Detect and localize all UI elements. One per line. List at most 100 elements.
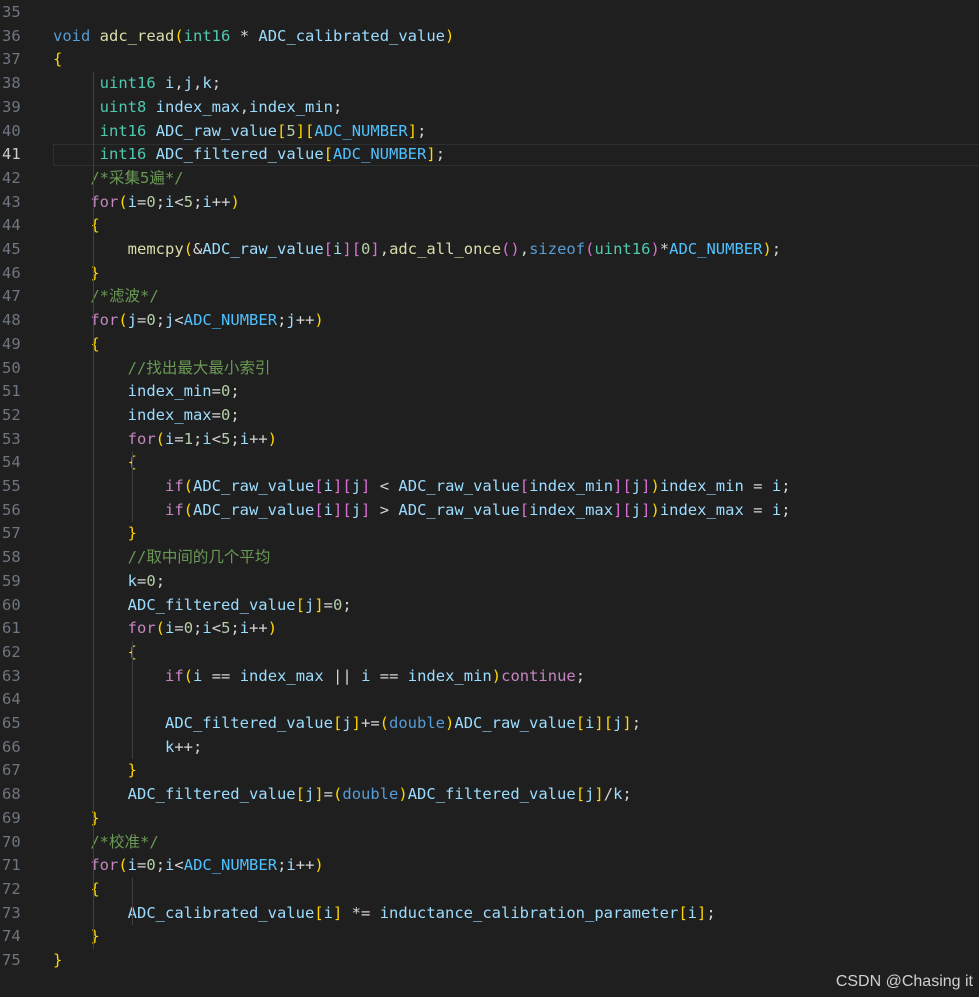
code-line[interactable]: 67 }: [0, 759, 979, 783]
code-line[interactable]: 59 k=0;: [0, 570, 979, 594]
code-line[interactable]: 68 ADC_filtered_value[j]=(double)ADC_fil…: [0, 783, 979, 807]
line-number: 69: [2, 808, 21, 827]
code-line[interactable]: 39 uint8 index_max,index_min;: [0, 96, 979, 120]
code-text: /*滤波*/: [90, 287, 159, 306]
line-number: 49: [2, 334, 21, 353]
code-line[interactable]: 53 for(i=1;i<5;i++): [0, 428, 979, 452]
code-text: ADC_filtered_value[j]=(double)ADC_filter…: [127, 785, 632, 804]
code-text: for(i=0;i<5;i++): [90, 192, 240, 211]
code-text: }: [127, 761, 137, 780]
line-number: 55: [2, 477, 21, 495]
code-line[interactable]: 50 //找出最大最小索引: [0, 357, 979, 381]
line-number: 71: [2, 856, 21, 875]
line-number: 56: [2, 500, 21, 519]
line-number: 44: [2, 216, 21, 235]
code-line[interactable]: 55 if(ADC_raw_value[i][j] < ADC_raw_valu…: [0, 475, 979, 499]
code-text: k++;: [164, 737, 203, 756]
code-line[interactable]: 43 for(i=0;i<5;i++): [0, 191, 979, 215]
code-line[interactable]: 42 /*采集5遍*/: [0, 167, 979, 191]
code-line[interactable]: 58 //取中间的几个平均: [0, 546, 979, 570]
line-number: 74: [2, 927, 21, 946]
code-line[interactable]: 73 ADC_calibrated_value[i] *= inductance…: [0, 902, 979, 926]
code-text: {: [53, 50, 63, 69]
line-number: 45: [2, 240, 21, 258]
code-text: }: [53, 951, 63, 969]
code-text: if(ADC_raw_value[i][j] > ADC_raw_value[i…: [164, 500, 791, 519]
code-line[interactable]: 60 ADC_filtered_value[j]=0;: [0, 594, 979, 618]
code-line[interactable]: 36 void adc_read(int16 * ADC_calibrated_v…: [0, 25, 979, 49]
code-text: void adc_read(int16 * ADC_calibrated_val…: [53, 26, 455, 45]
code-line[interactable]: 70 /*校准*/: [0, 831, 979, 855]
line-number: 48: [2, 311, 21, 330]
code-text: uint16 i,j,k;: [99, 74, 222, 93]
line-number: 51: [2, 382, 21, 401]
code-line[interactable]: 38 uint16 i,j,k;: [0, 72, 979, 96]
code-line[interactable]: 71 for(i=0;i<ADC_NUMBER;i++): [0, 854, 979, 878]
watermark: CSDN @Chasing it: [835, 973, 973, 990]
line-number: 63: [2, 666, 21, 685]
code-line[interactable]: 75}: [0, 949, 979, 973]
code-text: {: [53, 641, 137, 665]
code-text: /*采集5遍*/: [90, 168, 184, 187]
code-editor[interactable]: 35 36 void adc_read(int16 * ADC_calibrated…: [0, 0, 979, 997]
line-number: 36: [2, 26, 21, 45]
code-line[interactable]: 69 }: [0, 807, 979, 831]
code-line[interactable]: 48 for(j=0;j<ADC_NUMBER;j++): [0, 309, 979, 333]
code-line[interactable]: 61 for(i=0;i<5;i++): [0, 617, 979, 641]
indent-guide: [131, 451, 133, 523]
code-text: ADC_filtered_value[j]=0;: [127, 595, 352, 614]
code-line[interactable]: 56 if(ADC_raw_value[i][j] > ADC_raw_valu…: [0, 499, 979, 523]
code-text: ADC_filtered_value[j]+=(double)ADC_raw_v…: [164, 714, 642, 732]
code-line[interactable]: 62 {: [0, 641, 979, 665]
line-number: 52: [2, 405, 21, 424]
line-number: 59: [2, 571, 21, 590]
code-text: for(i=1;i<5;i++): [127, 429, 278, 448]
code-line[interactable]: 72 {: [0, 878, 979, 902]
line-number: 58: [2, 548, 21, 567]
code-line[interactable]: 66 k++;: [0, 736, 979, 760]
code-line[interactable]: 52 index_max=0;: [0, 404, 979, 428]
code-line[interactable]: 40 int16 ADC_raw_value[5][ADC_NUMBER];: [0, 120, 979, 144]
code-line[interactable]: 44 {: [0, 214, 979, 238]
code-line[interactable]: 49 {: [0, 333, 979, 357]
code-line[interactable]: 54 {: [0, 451, 979, 475]
code-text: index_max=0;: [127, 405, 240, 424]
code-line[interactable]: 65 ADC_filtered_value[j]+=(double)ADC_ra…: [0, 712, 979, 736]
code-line[interactable]: 47 /*滤波*/: [0, 285, 979, 309]
line-number: 70: [2, 832, 21, 851]
line-number: 60: [2, 595, 21, 614]
code-line[interactable]: 51 index_min=0;: [0, 380, 979, 404]
indent-guide: [131, 640, 133, 760]
code-line[interactable]: 37 {: [0, 48, 979, 72]
code-text: if(i == index_max || i == index_min)cont…: [164, 666, 586, 685]
code-text: /*校准*/: [90, 832, 159, 851]
indent-guide: [93, 332, 95, 807]
code-line[interactable]: 46 }: [0, 262, 979, 286]
code-line[interactable]: 57 }: [0, 522, 979, 546]
line-number: 39: [2, 97, 21, 116]
line-number: 73: [2, 903, 21, 922]
code-line[interactable]: 35: [0, 1, 979, 25]
line-number: 61: [2, 619, 21, 638]
code-line[interactable]: 63 if(i == index_max || i == index_min)c…: [0, 665, 979, 689]
code-line[interactable]: 45 memcpy(&ADC_raw_value[i][0],adc_all_o…: [0, 238, 979, 262]
line-number: 66: [2, 737, 21, 756]
line-number: 62: [2, 642, 21, 661]
line-number: 50: [2, 358, 21, 377]
code-text: index_min=0;: [127, 382, 240, 401]
line-number: 67: [2, 761, 21, 780]
line-number: 37: [2, 50, 21, 69]
line-number: 46: [2, 263, 21, 282]
line-number: 43: [2, 192, 21, 211]
code-text: memcpy(&ADC_raw_value[i][0],adc_all_once…: [127, 240, 782, 258]
code-text: int16 ADC_raw_value[5][ADC_NUMBER];: [99, 121, 427, 140]
line-number: 68: [2, 785, 21, 804]
code-line[interactable]: 74 }: [0, 925, 979, 949]
code-line[interactable]: 64: [0, 688, 979, 712]
line-number: 75: [2, 951, 21, 969]
line-number: 65: [2, 714, 21, 732]
code-line[interactable]: 41 int16 ADC_filtered_value[ADC_NUMBER];: [0, 143, 979, 167]
line-number: 38: [2, 74, 21, 93]
code-text: int16 ADC_filtered_value[ADC_NUMBER];: [99, 145, 446, 164]
line-number: 40: [2, 121, 21, 140]
